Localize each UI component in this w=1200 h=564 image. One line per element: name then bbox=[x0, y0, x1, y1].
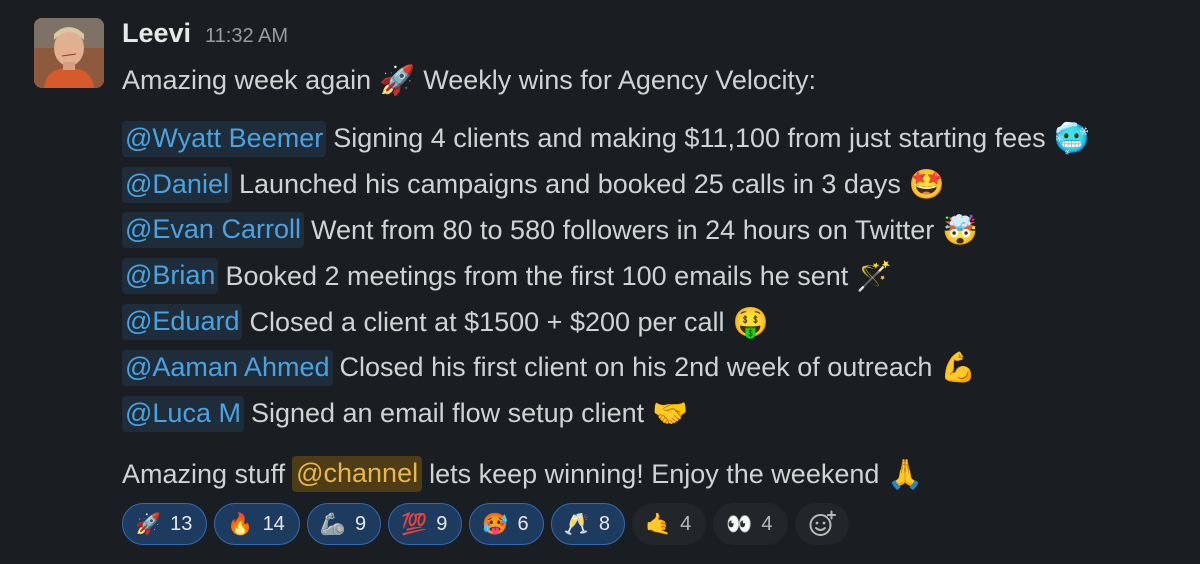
reaction-hot-face[interactable]: 🥵 6 bbox=[469, 503, 544, 545]
exploding-head-icon: 🤯 bbox=[942, 212, 979, 247]
folded-hands-icon: 🙏 bbox=[887, 456, 924, 491]
list-item: @Evan Carroll Went from 80 to 580 follow… bbox=[122, 208, 1090, 254]
list-item: @Aaman Ahmed Closed his first client on … bbox=[122, 345, 1090, 391]
win-text: Booked 2 meetings from the first 100 ema… bbox=[225, 260, 849, 291]
hot-face-icon: 🥵 bbox=[482, 511, 509, 536]
flexed-biceps-icon: 💪 bbox=[940, 350, 977, 385]
fire-icon: 🔥 bbox=[227, 511, 254, 536]
list-item: @Wyatt Beemer Signing 4 clients and maki… bbox=[122, 116, 1090, 162]
magic-wand-icon: 🪄 bbox=[856, 258, 893, 293]
call-me-hand-icon: 🤙 bbox=[644, 511, 672, 536]
username[interactable]: Leevi bbox=[122, 18, 191, 49]
reaction-hundred[interactable]: 💯 9 bbox=[388, 503, 463, 545]
user-mention[interactable]: @Wyatt Beemer bbox=[122, 120, 327, 157]
rocket-icon: 🚀 bbox=[379, 62, 416, 97]
reaction-fire[interactable]: 🔥 14 bbox=[214, 503, 300, 545]
user-mention[interactable]: @Daniel bbox=[122, 166, 232, 203]
user-mention[interactable]: @Luca M bbox=[122, 395, 244, 432]
list-item: @Brian Booked 2 meetings from the first … bbox=[122, 253, 1090, 299]
list-item: @Daniel Launched his campaigns and booke… bbox=[122, 162, 1090, 208]
timestamp[interactable]: 11:32 AM bbox=[205, 25, 288, 48]
reaction-count: 4 bbox=[761, 512, 773, 535]
list-item: @Luca M Signed an email flow setup clien… bbox=[122, 391, 1090, 437]
add-reaction-icon bbox=[809, 510, 836, 536]
rocket-icon: 🚀 bbox=[135, 511, 162, 536]
money-mouth-face-icon: 🤑 bbox=[732, 304, 769, 339]
channel-mention[interactable]: @channel bbox=[292, 456, 423, 492]
reaction-call-me-hand[interactable]: 🤙 4 bbox=[631, 503, 707, 545]
clinking-glasses-icon: 🥂 bbox=[563, 511, 590, 536]
reaction-count: 14 bbox=[262, 512, 285, 535]
win-text: Closed a client at $1500 + $200 per call bbox=[249, 306, 725, 337]
slack-message: Leevi 11:32 AM Amazing week again 🚀 Week… bbox=[0, 0, 1200, 564]
reaction-rocket[interactable]: 🚀 13 bbox=[122, 503, 208, 545]
avatar[interactable] bbox=[34, 18, 104, 88]
win-text: Closed his first client on his 2nd week … bbox=[339, 352, 933, 383]
win-text: Launched his campaigns and booked 25 cal… bbox=[238, 169, 901, 200]
win-text: Signed an email flow setup client bbox=[250, 398, 645, 429]
cold-face-icon: 🥶 bbox=[1053, 121, 1090, 156]
user-mention[interactable]: @Eduard bbox=[122, 304, 243, 341]
closing-line: Amazing stuff @channel lets keep winning… bbox=[122, 452, 924, 496]
user-mention[interactable]: @Brian bbox=[122, 258, 219, 295]
eyes-icon: 👀 bbox=[726, 511, 753, 536]
reaction-count: 4 bbox=[680, 512, 692, 535]
reaction-count: 6 bbox=[517, 512, 529, 535]
win-text: Signing 4 clients and making $11,100 fro… bbox=[333, 123, 1046, 154]
star-struck-icon: 🤩 bbox=[908, 167, 946, 202]
avatar-image bbox=[34, 18, 104, 88]
reaction-clinking-glasses[interactable]: 🥂 8 bbox=[550, 503, 625, 545]
add-reaction-button[interactable] bbox=[794, 503, 849, 545]
message-header: Leevi 11:32 AM bbox=[122, 18, 288, 52]
list-item: @Eduard Closed a client at $1500 + $200 … bbox=[122, 299, 1090, 345]
reaction-mechanical-arm[interactable]: 🦾 9 bbox=[306, 503, 382, 545]
closing-text-after: lets keep winning! Enjoy the weekend bbox=[429, 458, 880, 489]
reactions-bar: 🚀 13 🔥 14 🦾 9 💯 9 🥵 6 🥂 8 🤙 4 👀 4 bbox=[122, 503, 849, 545]
intro-line: Amazing week again 🚀 Weekly wins for Age… bbox=[122, 60, 816, 100]
mechanical-arm-icon: 🦾 bbox=[319, 511, 346, 536]
win-text: Went from 80 to 580 followers in 24 hour… bbox=[310, 214, 935, 245]
handshake-icon: 🤝 bbox=[652, 396, 689, 431]
reaction-count: 9 bbox=[436, 512, 448, 535]
wins-list: @Wyatt Beemer Signing 4 clients and maki… bbox=[122, 116, 1090, 437]
reaction-count: 8 bbox=[598, 512, 610, 535]
intro-text: Amazing week again bbox=[122, 64, 372, 95]
intro-text-after: Weekly wins for Agency Velocity: bbox=[423, 64, 816, 95]
user-mention[interactable]: @Evan Carroll bbox=[122, 212, 304, 249]
closing-text: Amazing stuff bbox=[122, 458, 286, 489]
user-mention[interactable]: @Aaman Ahmed bbox=[122, 349, 333, 386]
reaction-count: 13 bbox=[170, 512, 193, 535]
reaction-eyes[interactable]: 👀 4 bbox=[713, 503, 788, 545]
hundred-points-icon: 💯 bbox=[401, 511, 428, 536]
reaction-count: 9 bbox=[354, 512, 367, 535]
